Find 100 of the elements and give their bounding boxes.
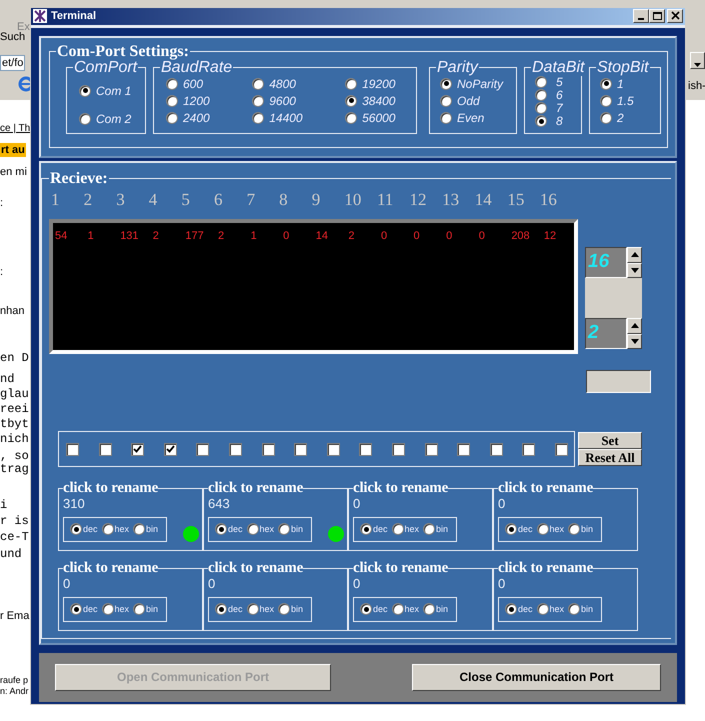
radio-button[interactable]: 1200 <box>166 94 224 108</box>
radio-button[interactable]: bin <box>278 522 304 536</box>
checkbox[interactable] <box>98 442 112 456</box>
radio-button[interactable]: hex <box>536 522 564 536</box>
radio-button[interactable]: hex <box>246 602 274 616</box>
radio-button[interactable]: bin <box>568 522 594 536</box>
radio-button[interactable]: 7 <box>535 102 575 114</box>
data-value: 131 <box>120 229 140 244</box>
reset-button[interactable]: Reset All <box>578 449 642 466</box>
data-value: 2 <box>152 229 160 244</box>
radio-button[interactable]: dec <box>360 522 388 536</box>
radio-button[interactable]: 2400 <box>166 110 224 124</box>
radio-button[interactable]: 56000 <box>345 110 410 124</box>
spin-down-button[interactable] <box>627 262 642 278</box>
radio-button[interactable]: dec <box>70 522 98 536</box>
data-value: 54 <box>55 229 68 244</box>
radio-button[interactable]: dec <box>70 602 98 616</box>
close-button[interactable] <box>667 9 683 24</box>
radio-button[interactable]: 1.5 <box>600 94 654 108</box>
channel-name[interactable]: click to rename <box>498 561 594 576</box>
section-title: Recieve: <box>49 170 109 186</box>
checkbox[interactable] <box>164 442 177 456</box>
close-port-button[interactable]: Close Communication Port <box>412 664 661 690</box>
caret-up-icon <box>630 252 638 258</box>
section-title: Com-Port Settings: <box>56 44 190 60</box>
channel-name[interactable]: click to rename <box>498 481 594 496</box>
maximize-button[interactable] <box>649 9 665 24</box>
spin-up-button[interactable] <box>627 247 642 262</box>
checkbox[interactable] <box>392 442 405 456</box>
checkbox[interactable] <box>66 442 79 456</box>
radio-button[interactable]: hex <box>246 522 274 536</box>
checkbox[interactable] <box>554 442 568 456</box>
radio-button[interactable]: 9600 <box>252 94 318 108</box>
checkbox[interactable] <box>424 442 438 456</box>
checkbox[interactable] <box>522 442 536 456</box>
radio-button[interactable]: 1 <box>600 76 654 90</box>
radio-button[interactable]: Com 2 <box>79 112 139 126</box>
column-number: 13 <box>442 188 460 210</box>
number-field[interactable]: 16 <box>585 247 627 278</box>
spin-down-button[interactable] <box>627 334 642 349</box>
column-number: 6 <box>214 188 224 210</box>
radio-button[interactable]: 8 <box>535 114 575 128</box>
channel-name[interactable]: click to rename <box>353 561 448 576</box>
code-line: , so <box>0 449 29 463</box>
radio-button[interactable]: hex <box>102 602 130 616</box>
data-value: 1 <box>250 229 258 244</box>
radio-button[interactable]: dec <box>215 602 243 616</box>
checkbox[interactable] <box>490 442 503 456</box>
radio-button[interactable]: Com 1 <box>79 84 139 98</box>
highlighted-text: rt au <box>0 143 26 157</box>
radio-button[interactable]: Even <box>440 110 510 124</box>
radio-button[interactable]: 6 <box>535 88 575 102</box>
radio-button[interactable]: dec <box>505 522 533 536</box>
checkbox[interactable] <box>262 442 275 456</box>
channel-name[interactable]: click to rename <box>208 481 304 496</box>
radio-button[interactable]: bin <box>568 602 594 616</box>
radio-button[interactable]: NoParity <box>440 76 510 90</box>
checkbox[interactable] <box>294 442 308 456</box>
spin-up-button[interactable] <box>627 318 642 334</box>
text-field[interactable] <box>586 370 651 393</box>
radio-button[interactable]: Odd <box>440 94 510 108</box>
radio-button[interactable]: bin <box>423 522 448 536</box>
radio-button[interactable]: 5 <box>535 76 575 88</box>
radio-button[interactable]: 4800 <box>252 76 318 90</box>
radio-button[interactable]: 19200 <box>345 76 410 90</box>
radio-button[interactable]: 2 <box>600 110 654 124</box>
number-field[interactable]: 2 <box>585 318 627 349</box>
checkbox[interactable] <box>326 442 340 456</box>
radio-button[interactable]: dec <box>215 522 243 536</box>
checkbox[interactable] <box>359 442 372 456</box>
radio-button[interactable]: bin <box>278 602 304 616</box>
column-number: 5 <box>181 188 191 210</box>
channel-name[interactable]: click to rename <box>63 481 158 496</box>
radio-button[interactable]: 38400 <box>345 94 410 108</box>
footer-text: raufe p <box>0 675 28 686</box>
radio-button[interactable]: bin <box>133 522 158 536</box>
dropdown-button[interactable] <box>690 52 705 69</box>
minimize-button[interactable] <box>633 9 649 24</box>
window-title: Terminal <box>51 9 98 24</box>
channel-name[interactable]: click to rename <box>63 561 158 576</box>
radio-button[interactable]: hex <box>536 602 564 616</box>
breadcrumb-link[interactable]: ce | Th <box>0 122 30 136</box>
radio-button[interactable]: 14400 <box>252 110 318 124</box>
radio-button[interactable]: dec <box>360 602 388 616</box>
radio-button[interactable]: hex <box>392 522 420 536</box>
checkbox[interactable] <box>457 442 470 456</box>
address-field[interactable]: et/fo <box>0 55 26 71</box>
checkbox[interactable] <box>228 442 242 456</box>
radio-button[interactable]: hex <box>392 602 420 616</box>
radio-button[interactable]: hex <box>102 522 130 536</box>
radio-button[interactable]: dec <box>505 602 533 616</box>
checkbox[interactable] <box>131 442 144 456</box>
radio-button[interactable]: bin <box>423 602 448 616</box>
radio-button[interactable]: bin <box>133 602 158 616</box>
channel-name[interactable]: click to rename <box>353 481 448 496</box>
channel-name[interactable]: click to rename <box>208 561 304 576</box>
set-button[interactable]: Set <box>578 432 642 449</box>
radio-button[interactable]: 600 <box>166 76 224 90</box>
checkbox[interactable] <box>196 442 210 456</box>
code-line: nich <box>0 432 29 446</box>
